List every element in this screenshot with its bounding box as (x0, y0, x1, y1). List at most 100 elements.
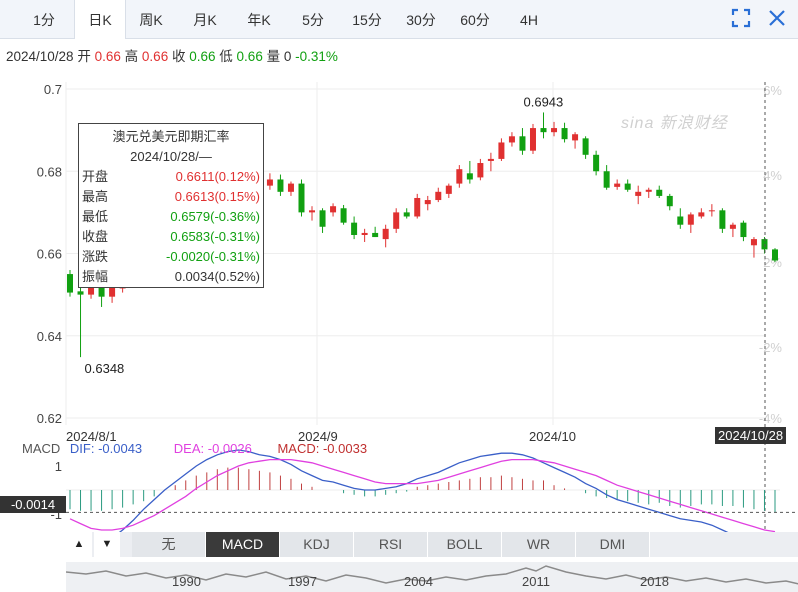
tooltip-row-label: 最高 (82, 189, 109, 204)
candle-body (477, 163, 484, 178)
tab-kdj[interactable]: KDJ (280, 532, 354, 557)
candle-body (572, 134, 579, 141)
tooltip-row: 振幅 0.0034(0.52%) (82, 267, 260, 287)
candle-body (340, 208, 347, 223)
tooltip-row-value: 0.0034(0.52%) (174, 269, 260, 284)
candle-body (740, 222, 747, 238)
candle-body (624, 183, 631, 190)
max-annotation: 0.6943 (524, 94, 564, 109)
min-annotation: 0.6348 (85, 361, 125, 376)
candle-body (456, 169, 463, 184)
crosshair-value-badge: -0.0014 (0, 496, 66, 513)
candle-body (466, 173, 473, 180)
overview-year-2018: 2018 (640, 574, 669, 589)
tooltip-row-label: 涨跌 (82, 249, 109, 264)
candle-body (309, 210, 316, 213)
crosshair-date-badge: 2024/10/28 (715, 427, 787, 444)
tab-dmi[interactable]: DMI (576, 532, 650, 557)
candle-body (635, 191, 642, 196)
quote-tooltip: 澳元兑美元即期汇率 2024/10/28/— 开盘 0.6611(0.12%) 最高… (78, 123, 264, 288)
tooltip-row-value: -0.0020(-0.31%) (166, 249, 260, 264)
scroll-up-button[interactable]: ▲ (66, 532, 92, 557)
candle-body (687, 214, 694, 225)
candle-body (424, 200, 431, 205)
candle-body (287, 183, 294, 192)
candle-body (666, 195, 673, 207)
tooltip-row-value: 0.6583(-0.31%) (170, 229, 260, 244)
tooltip-title: 澳元兑美元即期汇率 (112, 129, 230, 144)
overview-year-2004: 2004 (404, 574, 433, 589)
candle-body (519, 136, 526, 151)
y-tick-label: 0.66 (37, 247, 62, 262)
candle-body (403, 212, 410, 217)
candle-body (729, 224, 736, 229)
macd-y-tick: 1 (55, 459, 62, 474)
dif-value: DIF: -0.0043 (69, 441, 143, 456)
y-tick-label: 0.64 (37, 329, 62, 344)
candle-body (614, 183, 621, 187)
candle-body (540, 128, 547, 133)
dea-line (69, 458, 776, 532)
tooltip-row-value: 0.6613(0.15%) (174, 189, 260, 204)
tooltip-date: 2024/10/28/— (130, 149, 212, 164)
scroll-down-button[interactable]: ▼ (94, 532, 120, 557)
candle-body (593, 154, 600, 172)
pct-tick-label: 4% (763, 168, 782, 183)
candle-body (603, 171, 610, 188)
overview-year-1990: 1990 (172, 574, 201, 589)
overview-year-1997: 1997 (288, 574, 317, 589)
candle-body (266, 179, 273, 186)
candle-body (435, 191, 442, 201)
candle-body (330, 206, 337, 213)
tooltip-row: 最高 0.6613(0.15%) (82, 187, 260, 207)
candle-body (582, 138, 589, 155)
candle-body (67, 274, 73, 293)
dif-line (118, 449, 729, 532)
candle-body (708, 210, 715, 212)
candle-body (393, 212, 400, 229)
tab-wr[interactable]: WR (502, 532, 576, 557)
macd-name: MACD (22, 441, 61, 456)
indicator-tab-bar: ▲ ▼ 无 MACD KDJ RSI BOLL WR DMI (66, 532, 798, 557)
candle-body (77, 291, 84, 295)
candle-body (382, 228, 389, 240)
candle-body (529, 128, 536, 151)
candle-body (645, 189, 652, 192)
candle-body (414, 197, 421, 217)
tab-none[interactable]: 无 (132, 532, 206, 557)
tooltip-row: 收盘 0.6583(-0.31%) (82, 227, 260, 247)
candle-body (361, 232, 368, 235)
candle-body (298, 183, 305, 213)
pct-tick-label: -2% (759, 340, 783, 355)
x-tick-label: 2024/10 (529, 429, 576, 444)
candle-body (698, 212, 705, 217)
candle-body (487, 158, 494, 161)
candle-body (761, 239, 768, 250)
candle-body (372, 232, 379, 238)
tooltip-row-label: 振幅 (82, 269, 109, 284)
tab-macd[interactable]: MACD (206, 532, 280, 557)
candle-body (656, 189, 663, 196)
tooltip-row-label: 收盘 (82, 229, 109, 244)
tooltip-row-label: 开盘 (82, 169, 109, 184)
candle-body (498, 142, 505, 159)
candle-body (750, 239, 757, 246)
overview-year-2011: 2011 (522, 574, 550, 589)
candle-body (772, 249, 778, 261)
candle-body (319, 210, 326, 227)
candle-body (561, 128, 568, 140)
dea-value: DEA: -0.0026 (173, 441, 252, 456)
candle-body (719, 210, 726, 229)
tooltip-row: 涨跌 -0.0020(-0.31%) (82, 247, 260, 267)
tooltip-row-value: 0.6579(-0.36%) (170, 209, 260, 224)
macd-value: MACD: -0.0033 (277, 441, 368, 456)
history-overview[interactable]: 1990 1997 2004 2011 2018 (66, 562, 798, 592)
candle-body (351, 222, 358, 235)
y-tick-label: 0.62 (37, 411, 62, 426)
candle-body (445, 185, 452, 194)
tooltip-row-value: 0.6611(0.12%) (175, 169, 260, 184)
pct-tick-label: -4% (759, 411, 783, 426)
tab-boll[interactable]: BOLL (428, 532, 502, 557)
tab-rsi[interactable]: RSI (354, 532, 428, 557)
candle-body (677, 216, 684, 225)
